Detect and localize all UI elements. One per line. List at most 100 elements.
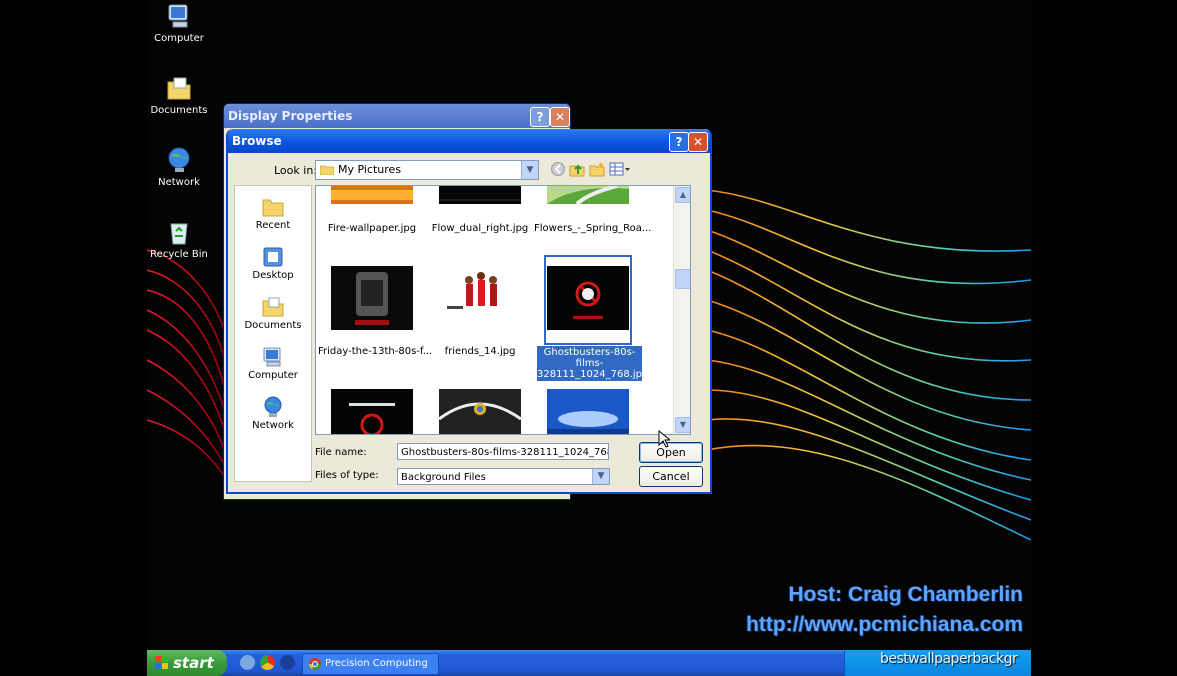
places-bar: Recent Desktop Documents Computer Networ… bbox=[234, 185, 312, 482]
desktop-icon-label: Documents bbox=[150, 105, 208, 116]
desktop-screen: Computer Documents Network Recycle Bin D… bbox=[147, 0, 1031, 676]
look-in-dropdown[interactable]: My Pictures ▼ bbox=[315, 160, 539, 180]
file-name[interactable]: Flow_dual_right.jpg bbox=[426, 223, 534, 234]
desktop-icon-computer[interactable]: Computer bbox=[147, 2, 214, 44]
file-thumbnail[interactable] bbox=[439, 389, 521, 434]
desktop-icon-label: Network bbox=[158, 177, 200, 188]
file-name-selected[interactable]: Ghostbusters-80s-films-328111_1024_768.j… bbox=[537, 346, 648, 381]
place-desktop[interactable]: Desktop bbox=[235, 246, 311, 281]
chrome-icon bbox=[309, 658, 321, 670]
place-label: Network bbox=[252, 420, 294, 431]
left-letterbox bbox=[0, 0, 147, 676]
friday-thumbnail-image bbox=[331, 266, 413, 330]
computer-icon bbox=[168, 4, 188, 28]
windows-flag-icon bbox=[155, 656, 168, 669]
place-documents[interactable]: Documents bbox=[235, 296, 311, 331]
chrome-thumbnail-image bbox=[439, 389, 521, 434]
quicklaunch-ie-icon[interactable] bbox=[240, 655, 255, 670]
files-of-type-dropdown[interactable]: Background Files ▼ bbox=[397, 468, 610, 485]
place-label: Computer bbox=[248, 370, 298, 381]
host-caption: Host: Craig Chamberlin bbox=[788, 583, 1023, 606]
browse-dialog: Browse ? ✕ Look in: My Pictures ▼ Recent… bbox=[226, 129, 712, 494]
place-label: Documents bbox=[244, 320, 302, 331]
file-name[interactable]: Friday-the-13th-80s-f... bbox=[318, 346, 432, 357]
start-label: start bbox=[173, 654, 214, 672]
flowers-thumbnail-image bbox=[547, 186, 629, 204]
documents-icon bbox=[262, 297, 284, 317]
scrollbar-thumb[interactable] bbox=[675, 269, 690, 289]
close-button[interactable]: ✕ bbox=[688, 132, 708, 152]
files-of-type-value: Background Files bbox=[401, 472, 486, 483]
help-button[interactable]: ? bbox=[669, 132, 689, 152]
chevron-down-icon[interactable]: ▼ bbox=[521, 161, 538, 179]
place-label: Desktop bbox=[252, 270, 294, 281]
new-folder-icon[interactable] bbox=[589, 161, 605, 177]
recent-folder-icon bbox=[262, 199, 284, 217]
mouse-cursor-icon bbox=[658, 430, 670, 448]
folder-icon bbox=[320, 165, 334, 175]
file-name[interactable]: Fire-wallpaper.jpg bbox=[318, 223, 426, 234]
selection-frame bbox=[544, 255, 632, 345]
file-thumbnail[interactable] bbox=[331, 186, 413, 204]
cancel-button[interactable]: Cancel bbox=[639, 466, 703, 487]
look-in-value: My Pictures bbox=[338, 163, 402, 176]
file-thumbnail[interactable] bbox=[439, 186, 521, 204]
quicklaunch-media-icon[interactable] bbox=[280, 655, 295, 670]
file-thumbnail[interactable] bbox=[331, 266, 413, 330]
scroll-down-icon[interactable]: ▼ bbox=[675, 417, 690, 433]
ghostbusters-logo-thumbnail-image bbox=[331, 389, 413, 434]
sky-thumbnail-image bbox=[547, 389, 629, 434]
files-of-type-label: Files of type: bbox=[315, 470, 379, 481]
network-icon bbox=[264, 396, 282, 417]
taskbar-item-browser[interactable]: Precision Computing ... bbox=[302, 653, 439, 675]
place-label: Recent bbox=[255, 220, 291, 231]
file-name-label: File name: bbox=[315, 447, 367, 458]
file-name-field[interactable]: Ghostbusters-80s-films-328111_1024_768.j… bbox=[397, 443, 609, 460]
display-properties-title-bar[interactable]: Display Properties ? ✕ bbox=[224, 104, 570, 128]
fire-thumbnail-image bbox=[331, 186, 413, 204]
taskbar-item-label: Precision Computing ... bbox=[325, 658, 428, 669]
place-network[interactable]: Network bbox=[235, 396, 311, 431]
network-globe-icon bbox=[168, 147, 190, 172]
friends-thumbnail-image bbox=[439, 266, 521, 330]
file-list[interactable]: Fire-wallpaper.jpg Flow_dual_right.jpg F… bbox=[315, 185, 691, 435]
file-thumbnail[interactable] bbox=[547, 186, 629, 204]
dialog-title: Browse bbox=[232, 134, 282, 148]
place-recent[interactable]: Recent bbox=[235, 196, 311, 231]
close-button[interactable]: ✕ bbox=[550, 107, 570, 127]
desktop-icon-label: Computer bbox=[154, 33, 204, 44]
window-title: Display Properties bbox=[228, 109, 353, 123]
chevron-down-icon[interactable]: ▼ bbox=[592, 469, 609, 484]
open-button[interactable]: Open bbox=[639, 442, 703, 463]
close-glyph: ✕ bbox=[692, 135, 704, 149]
quicklaunch-chrome-icon[interactable] bbox=[260, 655, 275, 670]
help-glyph: ? bbox=[675, 135, 683, 149]
help-button[interactable]: ? bbox=[530, 107, 550, 127]
documents-folder-icon bbox=[167, 77, 191, 100]
desktop-icon bbox=[263, 247, 283, 267]
vertical-scrollbar[interactable]: ▲ ▼ bbox=[673, 186, 690, 434]
file-thumbnail[interactable] bbox=[439, 266, 521, 330]
desktop-icon-recycle-bin[interactable]: Recycle Bin bbox=[147, 218, 214, 260]
file-thumbnail[interactable] bbox=[547, 389, 629, 434]
view-menu-icon[interactable] bbox=[609, 161, 631, 177]
watermark-text: bestwallpaperbackgr bbox=[880, 651, 1018, 667]
right-letterbox bbox=[1031, 0, 1177, 676]
up-folder-icon[interactable] bbox=[569, 161, 585, 177]
url-caption: http://www.pcmichiana.com bbox=[746, 613, 1023, 636]
desktop-icon-label: Recycle Bin bbox=[150, 249, 208, 260]
look-in-label: Look in: bbox=[274, 164, 317, 177]
start-button[interactable]: start bbox=[147, 650, 227, 676]
computer-icon bbox=[263, 347, 281, 367]
browse-title-bar[interactable]: Browse ? ✕ bbox=[228, 129, 710, 153]
desktop-icon-documents[interactable]: Documents bbox=[147, 74, 214, 116]
file-name[interactable]: Flowers_-_Spring_Roa... bbox=[534, 223, 651, 234]
scroll-up-icon[interactable]: ▲ bbox=[675, 187, 690, 203]
flow-thumbnail-image bbox=[439, 186, 521, 204]
place-computer[interactable]: Computer bbox=[235, 346, 311, 381]
back-icon[interactable] bbox=[550, 161, 566, 177]
file-name[interactable]: friends_14.jpg bbox=[426, 346, 534, 357]
recycle-bin-icon bbox=[170, 223, 188, 245]
file-thumbnail[interactable] bbox=[331, 389, 413, 434]
desktop-icon-network[interactable]: Network bbox=[147, 146, 214, 188]
